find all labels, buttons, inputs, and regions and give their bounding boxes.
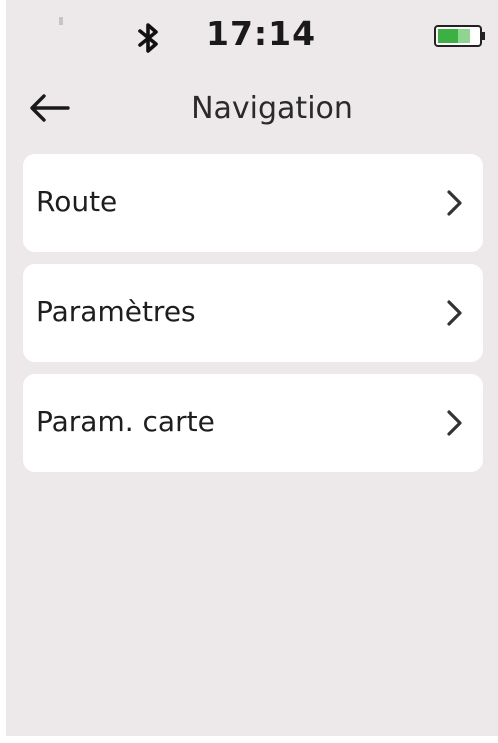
bluetooth-icon <box>138 23 158 53</box>
menu-list: Route Paramètres Param. carte <box>23 154 483 484</box>
menu-item-param-carte[interactable]: Param. carte <box>23 374 483 472</box>
battery-icon <box>434 25 485 47</box>
menu-item-label: Route <box>36 185 118 218</box>
chevron-right-icon <box>447 190 462 216</box>
page-title: Navigation <box>191 91 353 126</box>
status-bar: 17:14 <box>6 0 498 70</box>
signal-icon <box>59 17 63 25</box>
menu-item-label: Param. carte <box>36 405 215 438</box>
chevron-right-icon <box>447 300 462 326</box>
menu-item-route[interactable]: Route <box>23 154 483 252</box>
chevron-right-icon <box>447 410 462 436</box>
device-screen: 17:14 Navigation Route Paramètres Param.… <box>6 0 498 736</box>
menu-item-parametres[interactable]: Paramètres <box>23 264 483 362</box>
menu-item-label: Paramètres <box>36 295 196 328</box>
status-time: 17:14 <box>206 14 317 53</box>
